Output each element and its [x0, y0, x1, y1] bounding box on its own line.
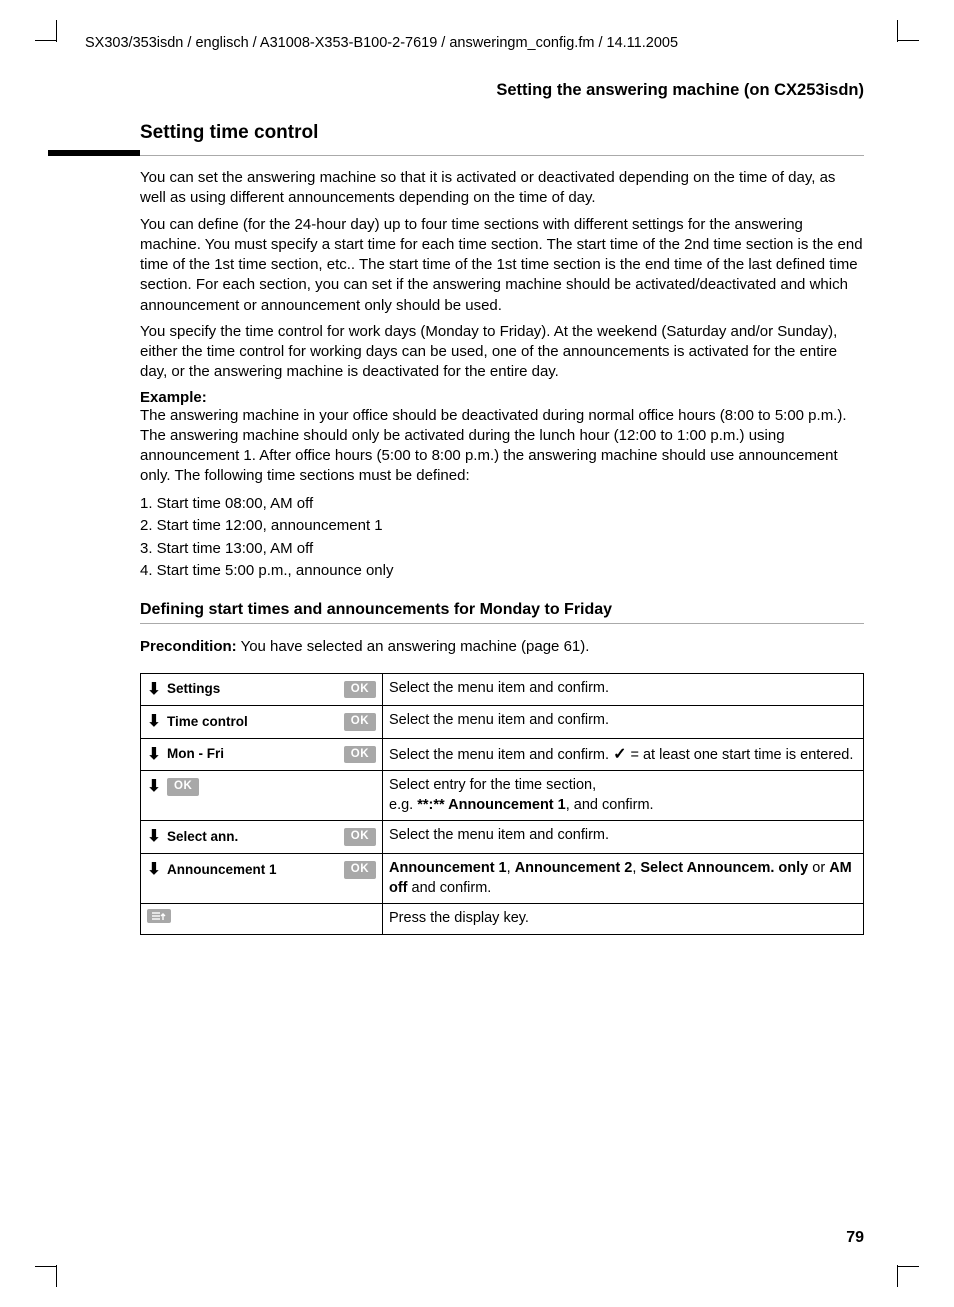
- body-paragraph: You can set the answering machine so tha…: [140, 168, 864, 209]
- body-paragraph: The answering machine in your office sho…: [140, 406, 864, 487]
- section-title: Setting the answering machine (on CX253i…: [140, 81, 864, 100]
- heading-defining-start-times: Defining start times and announcements f…: [140, 601, 864, 619]
- example-label: Example:: [140, 389, 864, 406]
- menu-item-label: Select ann.: [167, 828, 338, 846]
- step-description: Press the display key.: [383, 904, 864, 935]
- arrow-down-icon: ⬇: [147, 859, 161, 881]
- arrow-down-icon: ⬇: [147, 776, 161, 798]
- check-icon: ✓: [613, 746, 626, 763]
- crop-mark: [897, 20, 898, 42]
- crop-mark: [56, 20, 57, 42]
- step-description: Select the menu item and confirm.: [383, 706, 864, 739]
- menu-item-label: Settings: [167, 680, 338, 698]
- menu-key-icon: [147, 909, 171, 923]
- ok-badge: OK: [344, 861, 376, 879]
- crop-mark: [897, 1266, 919, 1267]
- crop-mark: [56, 1265, 57, 1287]
- page-number: 79: [846, 1229, 864, 1247]
- body-paragraph: You can define (for the 24-hour day) up …: [140, 215, 864, 316]
- ok-badge: OK: [344, 828, 376, 846]
- list-item: 3. Start time 13:00, AM off: [140, 538, 864, 561]
- step-description: Select entry for the time section, e.g. …: [383, 771, 864, 821]
- menu-item-label: Announcement 1: [167, 861, 338, 879]
- step-description: Select the menu item and confirm. ✓ = at…: [383, 738, 864, 771]
- procedure-table: ⬇ Settings OK Select the menu item and c…: [140, 673, 864, 935]
- table-row: ⬇ Time control OK Select the menu item a…: [141, 706, 864, 739]
- arrow-down-icon: ⬇: [147, 744, 161, 766]
- example-steps-list: 1. Start time 08:00, AM off 2. Start tim…: [140, 493, 864, 583]
- list-item: 1. Start time 08:00, AM off: [140, 493, 864, 516]
- step-description: Announcement 1, Announcement 2, Select A…: [383, 854, 864, 904]
- arrow-down-icon: ⬇: [147, 679, 161, 701]
- ok-badge: OK: [167, 778, 199, 796]
- header-path: SX303/353isdn / englisch / A31008-X353-B…: [85, 35, 864, 51]
- step-description: Select the menu item and confirm.: [383, 821, 864, 854]
- ok-badge: OK: [344, 681, 376, 699]
- table-row: ⬇ Announcement 1 OK Announcement 1, Anno…: [141, 854, 864, 904]
- heading-rule: [140, 150, 864, 156]
- step-description: Select the menu item and confirm.: [383, 673, 864, 706]
- precondition: Precondition: You have selected an answe…: [140, 638, 864, 655]
- crop-mark: [897, 1265, 898, 1287]
- table-row: ⬇ Select ann. OK Select the menu item an…: [141, 821, 864, 854]
- table-row: ⬇ OK Select entry for the time section, …: [141, 771, 864, 821]
- list-item: 2. Start time 12:00, announcement 1: [140, 515, 864, 538]
- list-item: 4. Start time 5:00 p.m., announce only: [140, 560, 864, 583]
- arrow-down-icon: ⬇: [147, 711, 161, 733]
- arrow-down-icon: ⬇: [147, 826, 161, 848]
- table-row: Press the display key.: [141, 904, 864, 935]
- crop-mark: [35, 40, 57, 41]
- ok-badge: OK: [344, 746, 376, 764]
- heading-setting-time-control: Setting time control: [140, 122, 864, 144]
- menu-item-label: Mon - Fri: [167, 745, 338, 763]
- crop-mark: [897, 40, 919, 41]
- menu-item-label: Time control: [167, 713, 338, 731]
- table-row: ⬇ Settings OK Select the menu item and c…: [141, 673, 864, 706]
- heading-rule: [140, 623, 864, 624]
- crop-mark: [35, 1266, 57, 1267]
- table-row: ⬇ Mon - Fri OK Select the menu item and …: [141, 738, 864, 771]
- body-paragraph: You specify the time control for work da…: [140, 322, 864, 383]
- ok-badge: OK: [344, 713, 376, 731]
- precondition-text: You have selected an answering machine (…: [237, 638, 590, 655]
- precondition-label: Precondition:: [140, 638, 237, 655]
